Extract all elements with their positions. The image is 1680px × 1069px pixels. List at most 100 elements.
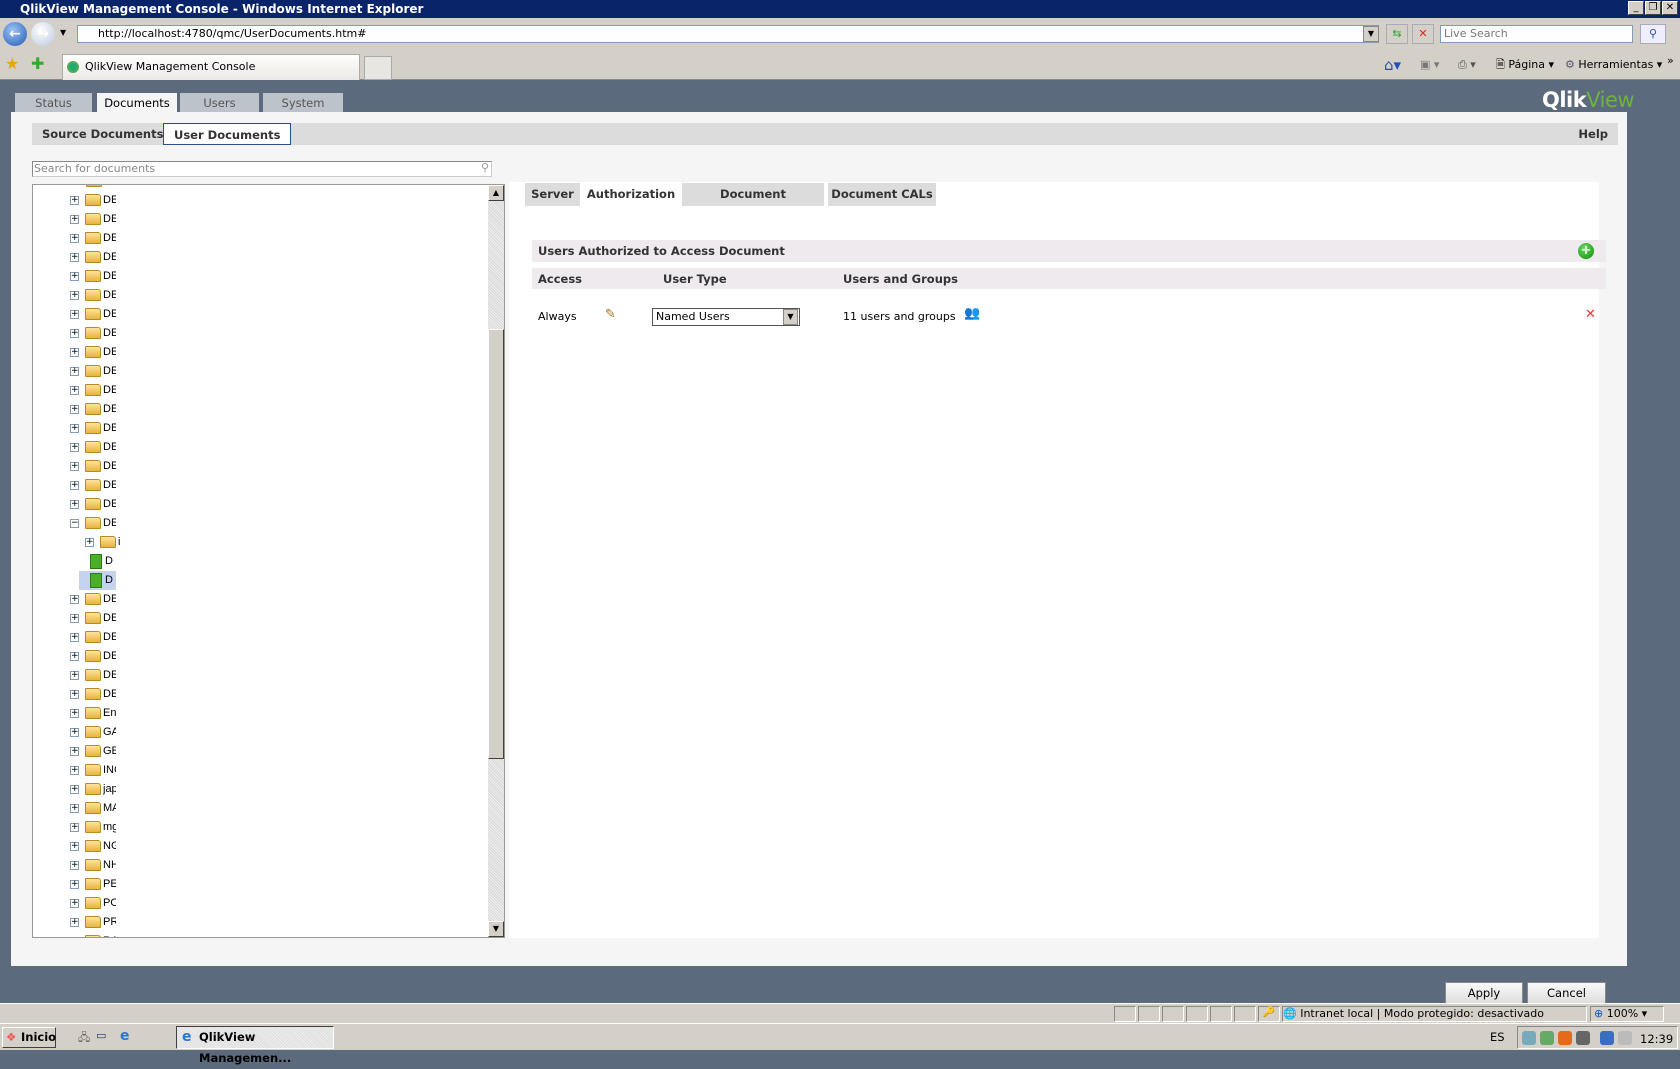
expand-icon[interactable]: + bbox=[70, 861, 79, 870]
tree-row[interactable]: + GEC bbox=[33, 742, 493, 761]
expand-icon[interactable]: + bbox=[70, 614, 79, 623]
tree-row[interactable]: + NHS bbox=[33, 856, 493, 875]
tree-row[interactable]: + DEM bbox=[33, 267, 493, 286]
expand-icon[interactable]: + bbox=[70, 424, 79, 433]
tree-row[interactable] bbox=[33, 185, 493, 191]
tree-row[interactable]: + DEM bbox=[33, 590, 493, 609]
refresh-icon[interactable]: ⇆ bbox=[1386, 24, 1408, 44]
desktop-icon[interactable]: ▭ bbox=[96, 1029, 106, 1042]
expand-icon[interactable]: + bbox=[70, 348, 79, 357]
expand-icon[interactable]: + bbox=[70, 500, 79, 509]
tab-system[interactable]: System bbox=[263, 93, 343, 113]
tree-row[interactable]: + DEM bbox=[33, 248, 493, 267]
tree-row[interactable]: + POM bbox=[33, 894, 493, 913]
scroll-thumb[interactable] bbox=[488, 329, 504, 759]
tree-row[interactable]: + DEM bbox=[33, 191, 493, 210]
expand-icon[interactable]: + bbox=[70, 899, 79, 908]
tree-row[interactable]: + DEM bbox=[33, 647, 493, 666]
tree-row[interactable]: + NGI bbox=[33, 837, 493, 856]
scroll-up-button[interactable]: ▲ bbox=[488, 185, 504, 201]
expand-icon[interactable]: + bbox=[70, 842, 79, 851]
tree-row[interactable]: + DEM bbox=[33, 381, 493, 400]
tree-row[interactable]: + DEM bbox=[33, 343, 493, 362]
magnifier-icon[interactable]: ⚲ bbox=[481, 161, 489, 175]
expand-icon[interactable]: + bbox=[70, 785, 79, 794]
expand-icon[interactable]: + bbox=[71, 937, 79, 938]
tree-row[interactable]: + DEM bbox=[33, 609, 493, 628]
tab-document-information[interactable]: Document Information bbox=[682, 183, 824, 223]
tab-status[interactable]: Status bbox=[15, 93, 92, 113]
expand-icon[interactable]: + bbox=[70, 652, 79, 661]
new-tab-button[interactable] bbox=[364, 56, 392, 80]
tree-row[interactable]: + Env bbox=[33, 704, 493, 723]
tree-row[interactable]: + MAR bbox=[33, 799, 493, 818]
network-icon[interactable] bbox=[1600, 1031, 1614, 1045]
collapse-icon[interactable]: − bbox=[70, 519, 79, 528]
tree-row[interactable]: + DEM bbox=[33, 362, 493, 381]
server-manager-icon[interactable]: 🖧 bbox=[78, 1029, 90, 1048]
more-chevron-icon[interactable]: » bbox=[1667, 52, 1674, 70]
users-groups-icon[interactable]: 👥 bbox=[964, 306, 980, 321]
expand-icon[interactable]: + bbox=[70, 443, 79, 452]
tab-document-cals[interactable]: Document CALs bbox=[828, 183, 936, 206]
tree-row[interactable]: + DEM bbox=[33, 476, 493, 495]
expand-icon[interactable]: + bbox=[70, 215, 79, 224]
tree-row[interactable]: + DEM bbox=[33, 400, 493, 419]
stop-icon[interactable]: ✕ bbox=[1412, 24, 1434, 44]
delete-icon[interactable]: ✕ bbox=[1585, 307, 1596, 322]
tree-row[interactable]: + DEM bbox=[33, 438, 493, 457]
document-search-input[interactable]: Search for documents ⚲ bbox=[32, 161, 492, 177]
volume-muted-icon[interactable] bbox=[1618, 1031, 1632, 1045]
expand-icon[interactable]: + bbox=[70, 728, 79, 737]
tree-row[interactable]: + GAL bbox=[33, 723, 493, 742]
tree-row[interactable]: D bbox=[33, 552, 493, 571]
expand-icon[interactable]: + bbox=[70, 329, 79, 338]
expand-icon[interactable]: + bbox=[70, 462, 79, 471]
print-icon[interactable]: ⎙ ▾ bbox=[1458, 56, 1476, 74]
tree-row[interactable]: + DEM bbox=[33, 666, 493, 685]
security-key-icon[interactable]: 🔑 bbox=[1258, 1006, 1280, 1022]
search-icon[interactable]: ⚲ bbox=[1640, 24, 1666, 44]
tree-row[interactable]: + japa bbox=[33, 780, 493, 799]
feeds-icon[interactable]: ▣ ▾ bbox=[1420, 56, 1439, 74]
expand-icon[interactable]: + bbox=[70, 918, 79, 927]
ie-icon[interactable]: e bbox=[120, 1028, 130, 1044]
tab-documents[interactable]: Documents bbox=[97, 93, 177, 113]
back-button[interactable]: ← bbox=[3, 22, 27, 46]
tree-row[interactable]: + PRU bbox=[33, 913, 493, 932]
expand-icon[interactable]: + bbox=[70, 367, 79, 376]
favorites-star-icon[interactable]: ★ bbox=[5, 54, 19, 73]
address-bar[interactable]: http://localhost:4780/qmc/UserDocuments.… bbox=[77, 25, 1379, 43]
expand-icon[interactable]: + bbox=[70, 386, 79, 395]
page-menu[interactable]: 🗎 Página ▾ bbox=[1496, 56, 1554, 74]
tree-row[interactable]: + i bbox=[33, 533, 493, 552]
zoom-control[interactable]: ⊕ 100% ▾ bbox=[1590, 1006, 1664, 1022]
user-type-select[interactable]: Named Users ▼ bbox=[652, 308, 800, 326]
expand-icon[interactable]: + bbox=[85, 538, 94, 547]
expand-icon[interactable]: + bbox=[70, 405, 79, 414]
tree-row[interactable]: + ING bbox=[33, 761, 493, 780]
apply-button[interactable]: Apply bbox=[1445, 982, 1523, 1005]
expand-icon[interactable]: + bbox=[70, 272, 79, 281]
scroll-down-button[interactable]: ▼ bbox=[488, 921, 504, 937]
tools-menu[interactable]: ⚙ Herramientas ▾ bbox=[1565, 56, 1662, 74]
help-link[interactable]: Help bbox=[1568, 123, 1618, 145]
tab-source-documents[interactable]: Source Documents bbox=[32, 123, 173, 145]
add-user-icon[interactable]: + bbox=[1578, 243, 1594, 259]
cancel-button[interactable]: Cancel bbox=[1527, 982, 1606, 1005]
expand-icon[interactable]: + bbox=[70, 196, 79, 205]
tree-row[interactable]: + DEM bbox=[33, 457, 493, 476]
tree-row[interactable]: − DEM bbox=[33, 514, 493, 533]
zone-pane[interactable]: 🌐 Intranet local | Modo protegido: desac… bbox=[1282, 1006, 1587, 1022]
expand-icon[interactable]: + bbox=[70, 253, 79, 262]
restore-button[interactable]: ❐ bbox=[1645, 1, 1661, 15]
vmware-icon[interactable] bbox=[1576, 1031, 1590, 1045]
expand-icon[interactable]: + bbox=[70, 823, 79, 832]
expand-icon[interactable]: + bbox=[70, 633, 79, 642]
tray-icon[interactable] bbox=[1522, 1031, 1536, 1045]
tree-row[interactable]: + DEM bbox=[33, 210, 493, 229]
tree-row[interactable]: + DEM bbox=[33, 495, 493, 514]
tree-row[interactable]: + DEM bbox=[33, 685, 493, 704]
expand-icon[interactable]: + bbox=[70, 595, 79, 604]
expand-icon[interactable]: + bbox=[70, 671, 79, 680]
